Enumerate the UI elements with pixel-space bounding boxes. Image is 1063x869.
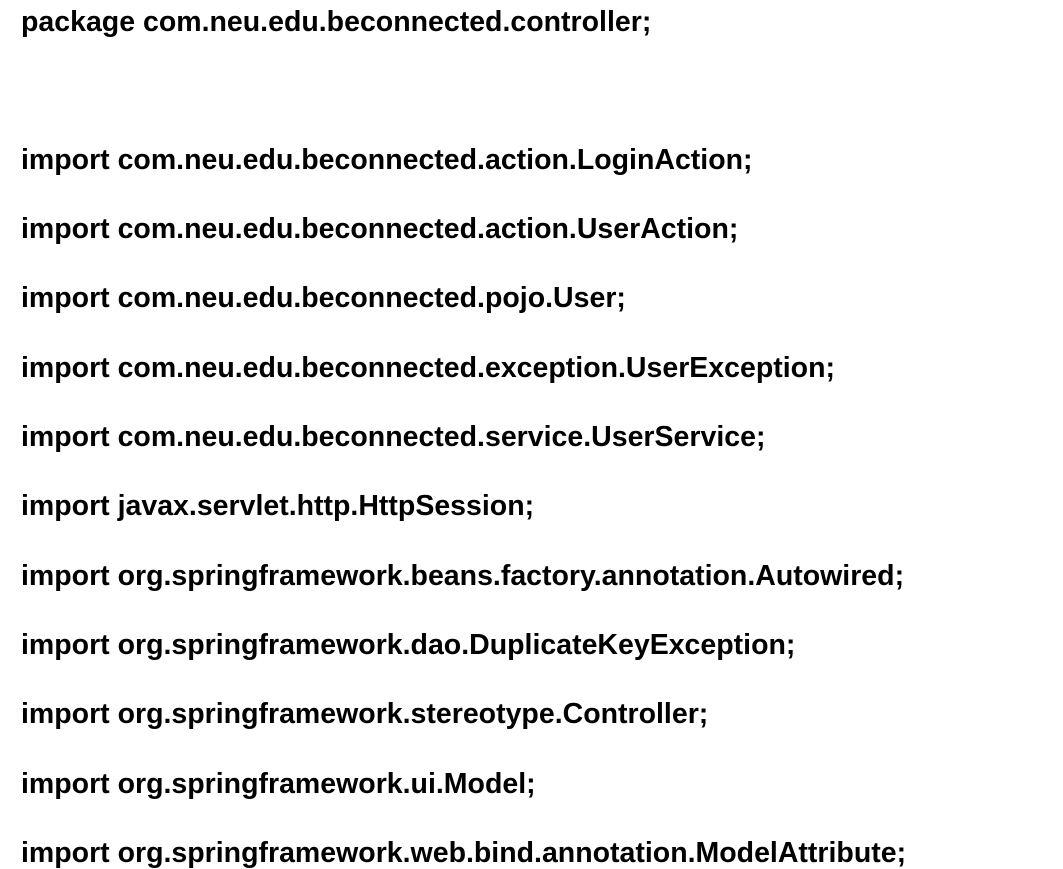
code-document: package com.neu.edu.beconnected.controll… xyxy=(0,0,1063,867)
import-statement: import com.neu.edu.beconnected.action.Us… xyxy=(21,213,739,245)
import-statement: import com.neu.edu.beconnected.service.U… xyxy=(21,421,766,453)
import-statement: import com.neu.edu.beconnected.action.Lo… xyxy=(21,144,753,176)
import-statement: import javax.servlet.http.HttpSession; xyxy=(21,490,535,522)
import-statement: import com.neu.edu.beconnected.pojo.User… xyxy=(21,282,626,314)
package-declaration: package com.neu.edu.beconnected.controll… xyxy=(21,6,652,38)
import-statement: import org.springframework.stereotype.Co… xyxy=(21,698,709,730)
import-statement: import org.springframework.dao.Duplicate… xyxy=(21,629,796,661)
import-statement: import org.springframework.ui.Model; xyxy=(21,768,536,800)
import-statement: import org.springframework.beans.factory… xyxy=(21,560,905,592)
import-statement: import com.neu.edu.beconnected.exception… xyxy=(21,352,835,384)
import-statement: import org.springframework.web.bind.anno… xyxy=(21,837,907,869)
